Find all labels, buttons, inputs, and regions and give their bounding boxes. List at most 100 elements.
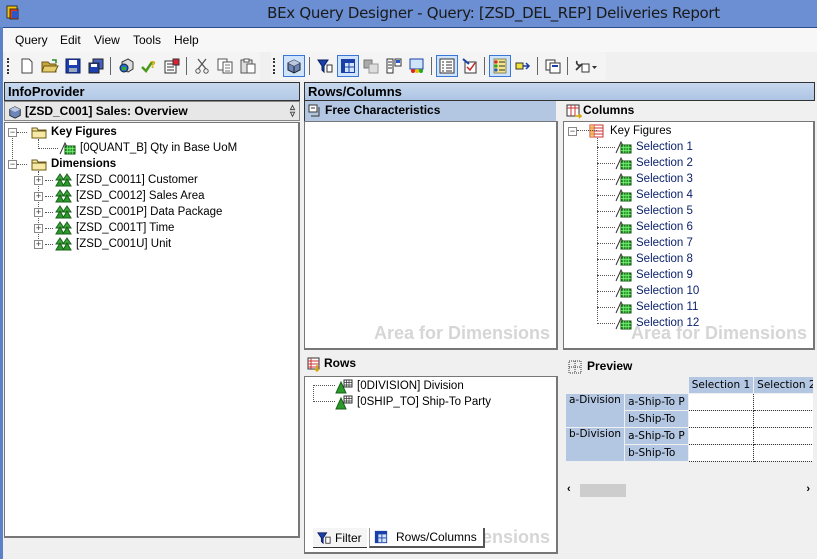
- scroll-left-icon[interactable]: ‹: [567, 483, 571, 495]
- collapse-icon[interactable]: −: [8, 159, 17, 169]
- tree-node-key-figures[interactable]: − Key Figures: [8, 124, 117, 140]
- cells-icon: [363, 59, 379, 74]
- preview-icon: [568, 360, 582, 374]
- preview-cell: [688, 393, 755, 411]
- preview-cell: [753, 427, 813, 445]
- menu-help[interactable]: Help: [174, 33, 199, 47]
- tasks-view-button[interactable]: [459, 55, 481, 77]
- toolbar-grip[interactable]: [7, 58, 9, 74]
- preview-horizontal-scrollbar[interactable]: ‹ ›: [564, 482, 813, 499]
- expand-icon[interactable]: +: [34, 223, 43, 233]
- tab-filter[interactable]: Filter: [313, 528, 367, 548]
- tree-node-key-figure[interactable]: [0QUANT_B] Qty in Base UoM: [59, 140, 237, 156]
- structure-icon: [589, 124, 604, 138]
- column-selection-item[interactable]: Selection 2: [597, 155, 693, 171]
- free-characteristics-area[interactable]: Area for Dimensions: [304, 121, 558, 350]
- check-query-button[interactable]: ?: [138, 55, 160, 77]
- preview-division: b-Division: [565, 427, 626, 462]
- toolbar-grip[interactable]: [273, 58, 275, 74]
- tasks-icon: [462, 58, 477, 74]
- column-selection-item[interactable]: Selection 7: [597, 235, 693, 251]
- column-selection-item[interactable]: Selection 10: [597, 283, 699, 299]
- preview-header: Preview: [565, 357, 815, 377]
- conditions-icon: [386, 58, 402, 74]
- dimension-label: [ZSD_C0012] Sales Area: [76, 190, 205, 202]
- rows-label: Rows: [324, 356, 357, 370]
- column-selection-item[interactable]: Selection 5: [597, 203, 693, 219]
- drop-area-watermark: Area for Dimensions: [373, 323, 550, 343]
- column-selection-item[interactable]: Selection 1: [597, 139, 693, 155]
- copy-button[interactable]: [214, 55, 236, 77]
- messages-view-button[interactable]: [489, 55, 511, 77]
- key-figure-icon: [615, 284, 632, 297]
- conditions-view-button[interactable]: [383, 55, 405, 77]
- tree-node-columns-key-figures[interactable]: − Key Figures: [568, 123, 671, 139]
- columns-area[interactable]: − Key Figures Selection 1 Selection 2 Sele…: [563, 121, 815, 350]
- technical-names-dropdown[interactable]: [571, 55, 601, 77]
- selection-label: Selection 11: [636, 301, 699, 313]
- collapse-icon[interactable]: −: [568, 126, 577, 136]
- publish-button[interactable]: [115, 55, 137, 77]
- menu-edit[interactable]: Edit: [60, 33, 81, 47]
- expand-icon[interactable]: +: [34, 207, 43, 217]
- tree-node-dimension[interactable]: + [ZSD_C001P] Data Package: [34, 204, 222, 220]
- column-selection-item[interactable]: Selection 8: [597, 251, 693, 267]
- cells-view-button[interactable]: [360, 55, 382, 77]
- messages-icon: [493, 58, 507, 74]
- documents-button[interactable]: [542, 55, 564, 77]
- column-selection-item[interactable]: Selection 6: [597, 219, 693, 235]
- expand-icon[interactable]: +: [34, 239, 43, 249]
- grid-icon: [341, 59, 355, 73]
- save-button[interactable]: [62, 55, 84, 77]
- dimension-label: [ZSD_C0011] Customer: [76, 174, 198, 186]
- where-used-button[interactable]: [512, 55, 534, 77]
- infoprovider-view-button[interactable]: [283, 55, 305, 77]
- preview-cell: [688, 427, 755, 445]
- expand-icon[interactable]: +: [34, 191, 43, 201]
- tree-node-dimensions[interactable]: − Dimensions: [8, 156, 116, 172]
- tree-node-dimension[interactable]: + [ZSD_C001T] Time: [34, 220, 174, 236]
- copy-icon: [217, 58, 233, 74]
- tree-node-dimension[interactable]: + [ZSD_C001U] Unit: [34, 236, 171, 252]
- spinner-icon[interactable]: ▵ ▿: [290, 103, 295, 120]
- paste-button[interactable]: [237, 55, 259, 77]
- save-all-button[interactable]: [85, 55, 107, 77]
- new-query-button[interactable]: [16, 55, 38, 77]
- preview-area: Selection 1 Selection 2 a-Division a-Shi…: [565, 376, 813, 534]
- tree-node-dimension[interactable]: + [ZSD_C0011] Customer: [34, 172, 198, 188]
- key-figure-icon: [615, 268, 632, 281]
- infoprovider-selector[interactable]: [ZSD_C001] Sales: Overview ▵ ▿: [4, 101, 300, 121]
- exceptions-icon: [409, 58, 424, 73]
- column-selection-item[interactable]: Selection 9: [597, 267, 693, 283]
- selection-label: Selection 7: [636, 237, 693, 249]
- filter-view-button[interactable]: [314, 55, 336, 77]
- expand-icon[interactable]: +: [34, 175, 43, 185]
- preview-cell: [753, 393, 813, 411]
- exceptions-view-button[interactable]: [406, 55, 428, 77]
- scissors-icon: [195, 58, 209, 74]
- collapse-icon[interactable]: −: [8, 127, 17, 137]
- properties-view-button[interactable]: [436, 55, 458, 77]
- open-query-button[interactable]: [39, 55, 61, 77]
- preview-cell: [753, 444, 813, 462]
- scrollbar-thumb[interactable]: [580, 484, 626, 497]
- menu-query[interactable]: Query: [15, 33, 48, 47]
- scroll-right-icon[interactable]: ›: [806, 483, 810, 495]
- rows-columns-view-button[interactable]: [337, 55, 359, 77]
- dimension-icon: [55, 205, 72, 219]
- column-selection-item[interactable]: Selection 11: [597, 299, 698, 315]
- row-characteristic-item[interactable]: [0DIVISION] Division: [335, 378, 464, 394]
- column-selection-item[interactable]: Selection 4: [597, 187, 693, 203]
- menu-tools[interactable]: Tools: [133, 33, 161, 47]
- menu-view[interactable]: View: [94, 33, 120, 47]
- tab-rows-columns[interactable]: Rows/Columns: [369, 528, 485, 548]
- cut-button[interactable]: [191, 55, 213, 77]
- svg-text:?: ?: [150, 60, 156, 71]
- key-figure-label: [0QUANT_B] Qty in Base UoM: [80, 142, 238, 154]
- key-figure-icon: [615, 252, 632, 265]
- tree-node-dimension[interactable]: + [ZSD_C0012] Sales Area: [34, 188, 205, 204]
- key-figure-icon: [615, 188, 632, 201]
- row-characteristic-item[interactable]: [0SHIP_TO] Ship-To Party: [335, 394, 491, 410]
- query-properties-button[interactable]: [161, 55, 183, 77]
- column-selection-item[interactable]: Selection 3: [597, 171, 693, 187]
